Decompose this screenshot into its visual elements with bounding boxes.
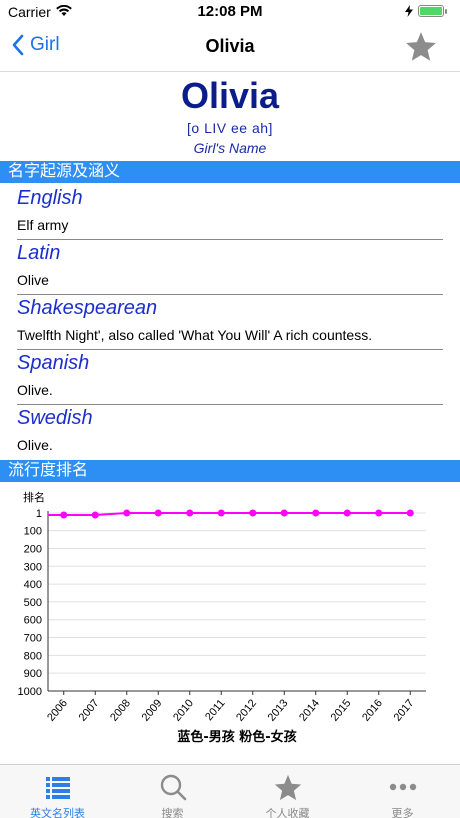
origin-language: Shakespearean [17,297,158,319]
x-axis-label: 蓝色-男孩 粉色-女孩 [177,729,296,745]
navigation-bar: Girl Olivia [0,22,460,72]
clock: 12:08 PM [197,3,263,20]
origin-meaning: Olive. [17,437,53,453]
pronunciation: [o LIV ee ah] [187,120,273,136]
y-tick-label: 300 [24,561,42,573]
y-tick-label: 1000 [18,686,42,698]
charging-icon [404,4,414,17]
status-bar: Carrier 12:08 PM [0,0,460,22]
y-tick-label: 800 [24,650,42,662]
y-axis-label: 排名 [23,490,45,504]
origin-language: Spanish [17,352,90,374]
nav-title: Olivia [205,36,255,56]
tab-search[interactable]: 搜索 [115,765,230,818]
x-tick-label: 2013 [266,697,291,723]
tab-label: 更多 [391,808,414,818]
origin-item: Latin Olive [17,240,443,295]
y-tick-label: 1 [36,508,42,520]
tab-label: 搜索 [161,808,184,818]
x-tick-label: 2016 [360,697,385,723]
favorite-star-button[interactable] [404,30,438,69]
y-tick-label: 900 [24,668,42,680]
data-point [217,509,225,517]
y-tick-label: 200 [24,543,42,555]
tab-name-list[interactable]: 英文名列表 [0,765,115,818]
origin-section-header: 名字起源及涵义 [0,161,460,183]
origin-language: English [17,187,83,209]
data-point [154,509,162,517]
x-tick-label: 2015 [329,697,354,723]
data-point [343,509,351,517]
x-tick-label: 2008 [108,697,133,723]
x-tick-label: 2012 [234,697,259,723]
star-icon [274,774,301,801]
y-tick-label: 600 [24,615,42,627]
data-point [312,509,320,517]
popularity-section-header: 流行度排名 [0,460,460,482]
search-icon [160,774,186,801]
origin-item: English Elf army [17,185,443,240]
data-point [123,509,131,517]
x-tick-label: 2011 [203,697,227,723]
battery-icon [418,5,447,17]
origin-item: Spanish Olive. [17,350,443,405]
tab-label: 英文名列表 [30,808,85,818]
data-point [186,509,194,517]
list-icon [45,777,70,799]
y-tick-label: 100 [24,526,42,538]
name-detail-screen: Carrier 12:08 PM Girl Olivia Olivia [o L… [0,0,460,818]
more-icon [389,783,416,791]
gender-label: Girl's Name [193,140,267,156]
data-point [249,509,257,517]
origin-language: Swedish [17,407,93,429]
series-line [63,512,411,516]
x-tick-label: 2007 [77,697,102,723]
name-title: Olivia [180,75,280,116]
x-tick-label: 2009 [140,697,165,723]
origin-item: Swedish Olive. [17,405,443,459]
origin-item: Shakespearean Twelfth Night', also calle… [17,295,443,350]
tab-bar: 英文名列表 搜索 个人收藏 更多 [0,764,460,818]
x-tick-label: 2017 [392,697,417,723]
origin-meaning: Olive. [17,382,53,398]
x-tick-label: 2014 [297,697,322,723]
origin-meaning: Olive [17,272,49,288]
popularity-chart: 1 100 200 300 400 500 600 700 800 900 1000 排名 2006 20… [18,490,426,745]
y-tick-label: 500 [24,597,42,609]
data-point [91,511,99,519]
origin-meaning: Elf army [17,217,69,233]
origin-language: Latin [17,242,61,264]
x-tick-label: 2010 [171,697,196,723]
data-point [406,509,414,517]
y-tick-label: 700 [24,633,42,645]
tab-label: 个人收藏 [265,808,310,818]
x-tick-label: 2006 [45,697,70,723]
name-header: Olivia [o LIV ee ah] Girl's Name [0,74,460,158]
star-icon [406,32,436,61]
tab-more[interactable]: 更多 [345,765,460,818]
y-tick-label: 400 [24,579,42,591]
tab-favorites[interactable]: 个人收藏 [230,765,345,818]
data-point [280,509,288,517]
origin-meaning: Twelfth Night', also called 'What You Wi… [17,327,373,343]
data-point [375,509,383,517]
